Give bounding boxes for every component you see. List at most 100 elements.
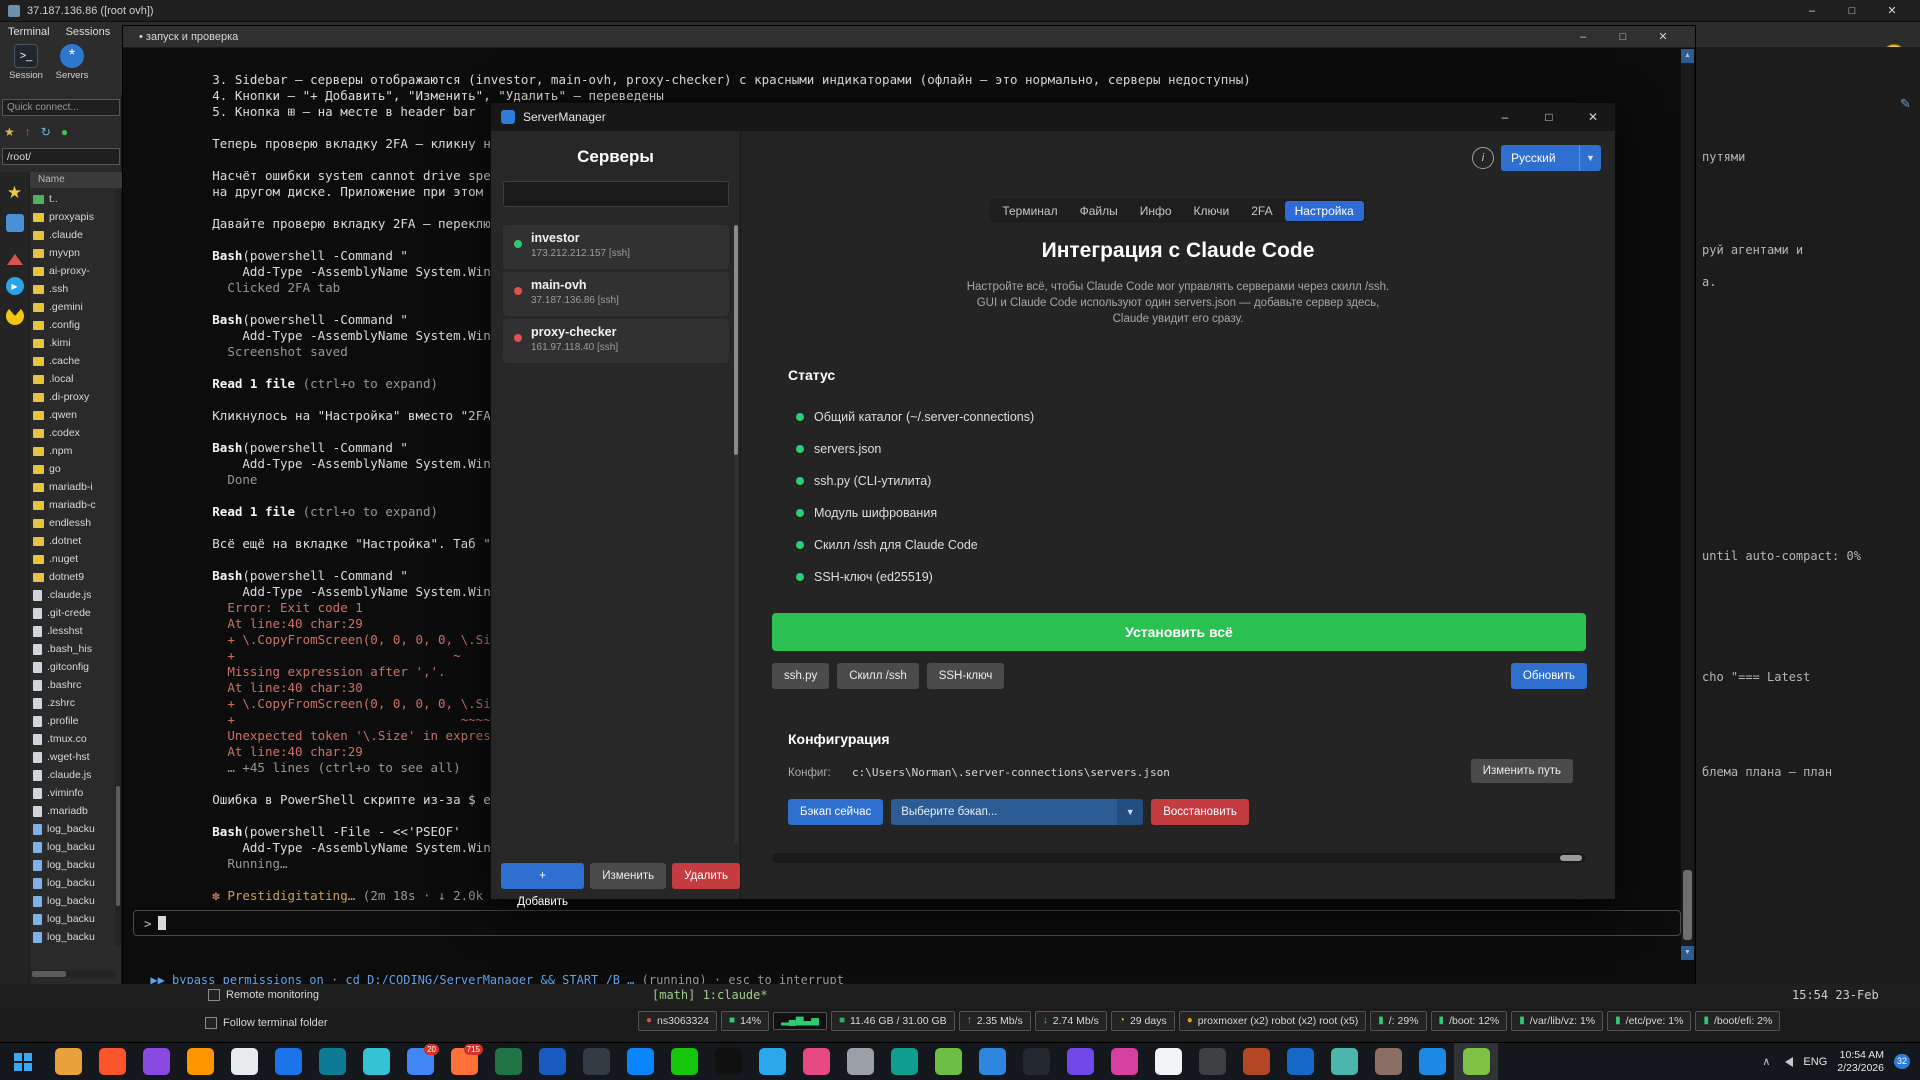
refresh-button[interactable]: Обновить: [1511, 663, 1587, 689]
terminal-maximize-button[interactable]: □: [1603, 26, 1643, 48]
tree-item[interactable]: .git-crede: [30, 604, 116, 622]
tree-item[interactable]: .zshrc: [30, 694, 116, 712]
taskbar-app-icon[interactable]: [574, 1043, 618, 1080]
tray-segment[interactable]: ▮ /: 29%: [1370, 1011, 1426, 1031]
tools-icon[interactable]: [6, 214, 24, 232]
delete-server-button[interactable]: Удалить: [672, 863, 740, 889]
install-all-button[interactable]: Установить всё: [772, 613, 1586, 651]
start-button[interactable]: [0, 1043, 46, 1080]
taskbar-app-icon[interactable]: [222, 1043, 266, 1080]
tree-item[interactable]: proxyapis: [30, 208, 116, 226]
tab[interactable]: Настройка: [1285, 201, 1364, 221]
tree-item[interactable]: .bashrc: [30, 676, 116, 694]
status-dot-icon[interactable]: ●: [61, 124, 68, 140]
terminal-close-button[interactable]: ✕: [1643, 26, 1683, 48]
tab[interactable]: Ключи: [1184, 201, 1240, 221]
favorites-star-icon[interactable]: ★: [6, 184, 24, 202]
taskbar-app-icon[interactable]: [1322, 1043, 1366, 1080]
tree-item[interactable]: log_backu: [30, 874, 116, 892]
taskbar-app-icon[interactable]: [1278, 1043, 1322, 1080]
tree-vertical-scrollbar[interactable]: [115, 190, 121, 946]
tab[interactable]: Файлы: [1070, 201, 1128, 221]
taskbar-app-icon[interactable]: [1014, 1043, 1058, 1080]
tab[interactable]: Инфо: [1130, 201, 1182, 221]
servers-button[interactable]: * Servers: [50, 44, 94, 81]
tray-segment[interactable]: ▂▄▆▃▅: [773, 1012, 827, 1030]
taskbar-app-icon[interactable]: 715: [442, 1043, 486, 1080]
tree-item[interactable]: .claude.js: [30, 766, 116, 784]
tray-expand-icon[interactable]: ∧: [1762, 1055, 1770, 1068]
follow-terminal-folder-checkbox[interactable]: Follow terminal folder: [205, 1017, 328, 1029]
tree-item[interactable]: .lesshst: [30, 622, 116, 640]
menu-item[interactable]: Sessions: [66, 26, 111, 38]
tree-item[interactable]: .kimi: [30, 334, 116, 352]
tree-item[interactable]: dotnet9: [30, 568, 116, 586]
tree-item[interactable]: .config: [30, 316, 116, 334]
tree-item[interactable]: log_backu: [30, 892, 116, 910]
taskbar-app-icon[interactable]: [882, 1043, 926, 1080]
upload-arrow-icon[interactable]: [7, 246, 23, 265]
sidebar-scrollbar[interactable]: [734, 225, 738, 845]
scroll-up-icon[interactable]: ▲: [1681, 49, 1694, 63]
quick-connect-input[interactable]: [2, 99, 120, 116]
pacman-icon[interactable]: [6, 307, 24, 325]
tree-item[interactable]: mariadb-i: [30, 478, 116, 496]
tray-segment[interactable]: ▮ /boot: 12%: [1431, 1011, 1508, 1031]
tree-column-header[interactable]: Name: [30, 172, 122, 188]
terminal-scrollbar[interactable]: ▲ ▼: [1681, 49, 1694, 960]
taskbar-app-icon[interactable]: [1410, 1043, 1454, 1080]
tree-item[interactable]: .local: [30, 370, 116, 388]
taskbar-app-icon[interactable]: [662, 1043, 706, 1080]
favorite-star-icon[interactable]: ★: [4, 124, 15, 140]
tree-item[interactable]: .ssh: [30, 280, 116, 298]
tree-item[interactable]: endlessh: [30, 514, 116, 532]
taskbar-app-icon[interactable]: [794, 1043, 838, 1080]
session-button[interactable]: >_ Session: [4, 44, 48, 81]
remote-monitoring-checkbox[interactable]: Remote monitoring: [208, 989, 319, 1001]
host-maximize-button[interactable]: □: [1832, 0, 1872, 22]
server-search-input[interactable]: [503, 181, 729, 207]
taskbar-app-icon[interactable]: [838, 1043, 882, 1080]
component-button[interactable]: SSH-ключ: [927, 663, 1005, 689]
taskbar-app-icon[interactable]: [1366, 1043, 1410, 1080]
restore-button[interactable]: Восстановить: [1151, 799, 1249, 825]
taskbar-app-icon[interactable]: [1454, 1043, 1498, 1080]
taskbar-app-icon[interactable]: [46, 1043, 90, 1080]
tray-segment[interactable]: ↑ 2.35 Mb/s: [959, 1011, 1031, 1031]
taskbar-app-icon[interactable]: [530, 1043, 574, 1080]
tab[interactable]: 2FA: [1241, 201, 1282, 221]
volume-icon[interactable]: [1780, 1057, 1793, 1067]
taskbar-app-icon[interactable]: [1190, 1043, 1234, 1080]
telegram-icon[interactable]: ▶: [6, 277, 24, 295]
tree-item[interactable]: .codex: [30, 424, 116, 442]
tree-item[interactable]: myvpn: [30, 244, 116, 262]
tree-item[interactable]: mariadb-c: [30, 496, 116, 514]
upload-icon[interactable]: ↑: [25, 124, 31, 140]
taskbar-app-icon[interactable]: [750, 1043, 794, 1080]
taskbar-app-icon[interactable]: [90, 1043, 134, 1080]
tree-item[interactable]: .npm: [30, 442, 116, 460]
tray-segment[interactable]: ▮ /etc/pve: 1%: [1607, 1011, 1691, 1031]
keyboard-layout-indicator[interactable]: ENG: [1803, 1056, 1827, 1068]
scrollbar-thumb[interactable]: [1683, 870, 1692, 940]
taskbar-app-icon[interactable]: [1058, 1043, 1102, 1080]
taskbar-app-icon[interactable]: [926, 1043, 970, 1080]
sm-close-button[interactable]: ✕: [1571, 103, 1615, 131]
tree-item[interactable]: .viminfo: [30, 784, 116, 802]
tray-segment[interactable]: ↓ 2.74 Mb/s: [1035, 1011, 1107, 1031]
tree-item[interactable]: .gemini: [30, 298, 116, 316]
backup-now-button[interactable]: Бэкап сейчас: [788, 799, 883, 825]
taskbar-app-icon[interactable]: [134, 1043, 178, 1080]
tree-item[interactable]: go: [30, 460, 116, 478]
tray-segment[interactable]: ● ns3063324: [638, 1011, 717, 1031]
host-minimize-button[interactable]: –: [1792, 0, 1832, 22]
taskbar-app-icon[interactable]: [970, 1043, 1014, 1080]
tree-item[interactable]: log_backu: [30, 838, 116, 856]
sm-maximize-button[interactable]: □: [1527, 103, 1571, 131]
menu-item[interactable]: Terminal: [8, 26, 50, 38]
taskbar-app-icon[interactable]: [1234, 1043, 1278, 1080]
refresh-icon[interactable]: ↻: [41, 124, 51, 140]
taskbar-app-icon[interactable]: [1146, 1043, 1190, 1080]
terminal-minimize-button[interactable]: –: [1563, 26, 1603, 48]
backup-select[interactable]: Выберите бэкап... ▼: [891, 799, 1143, 825]
